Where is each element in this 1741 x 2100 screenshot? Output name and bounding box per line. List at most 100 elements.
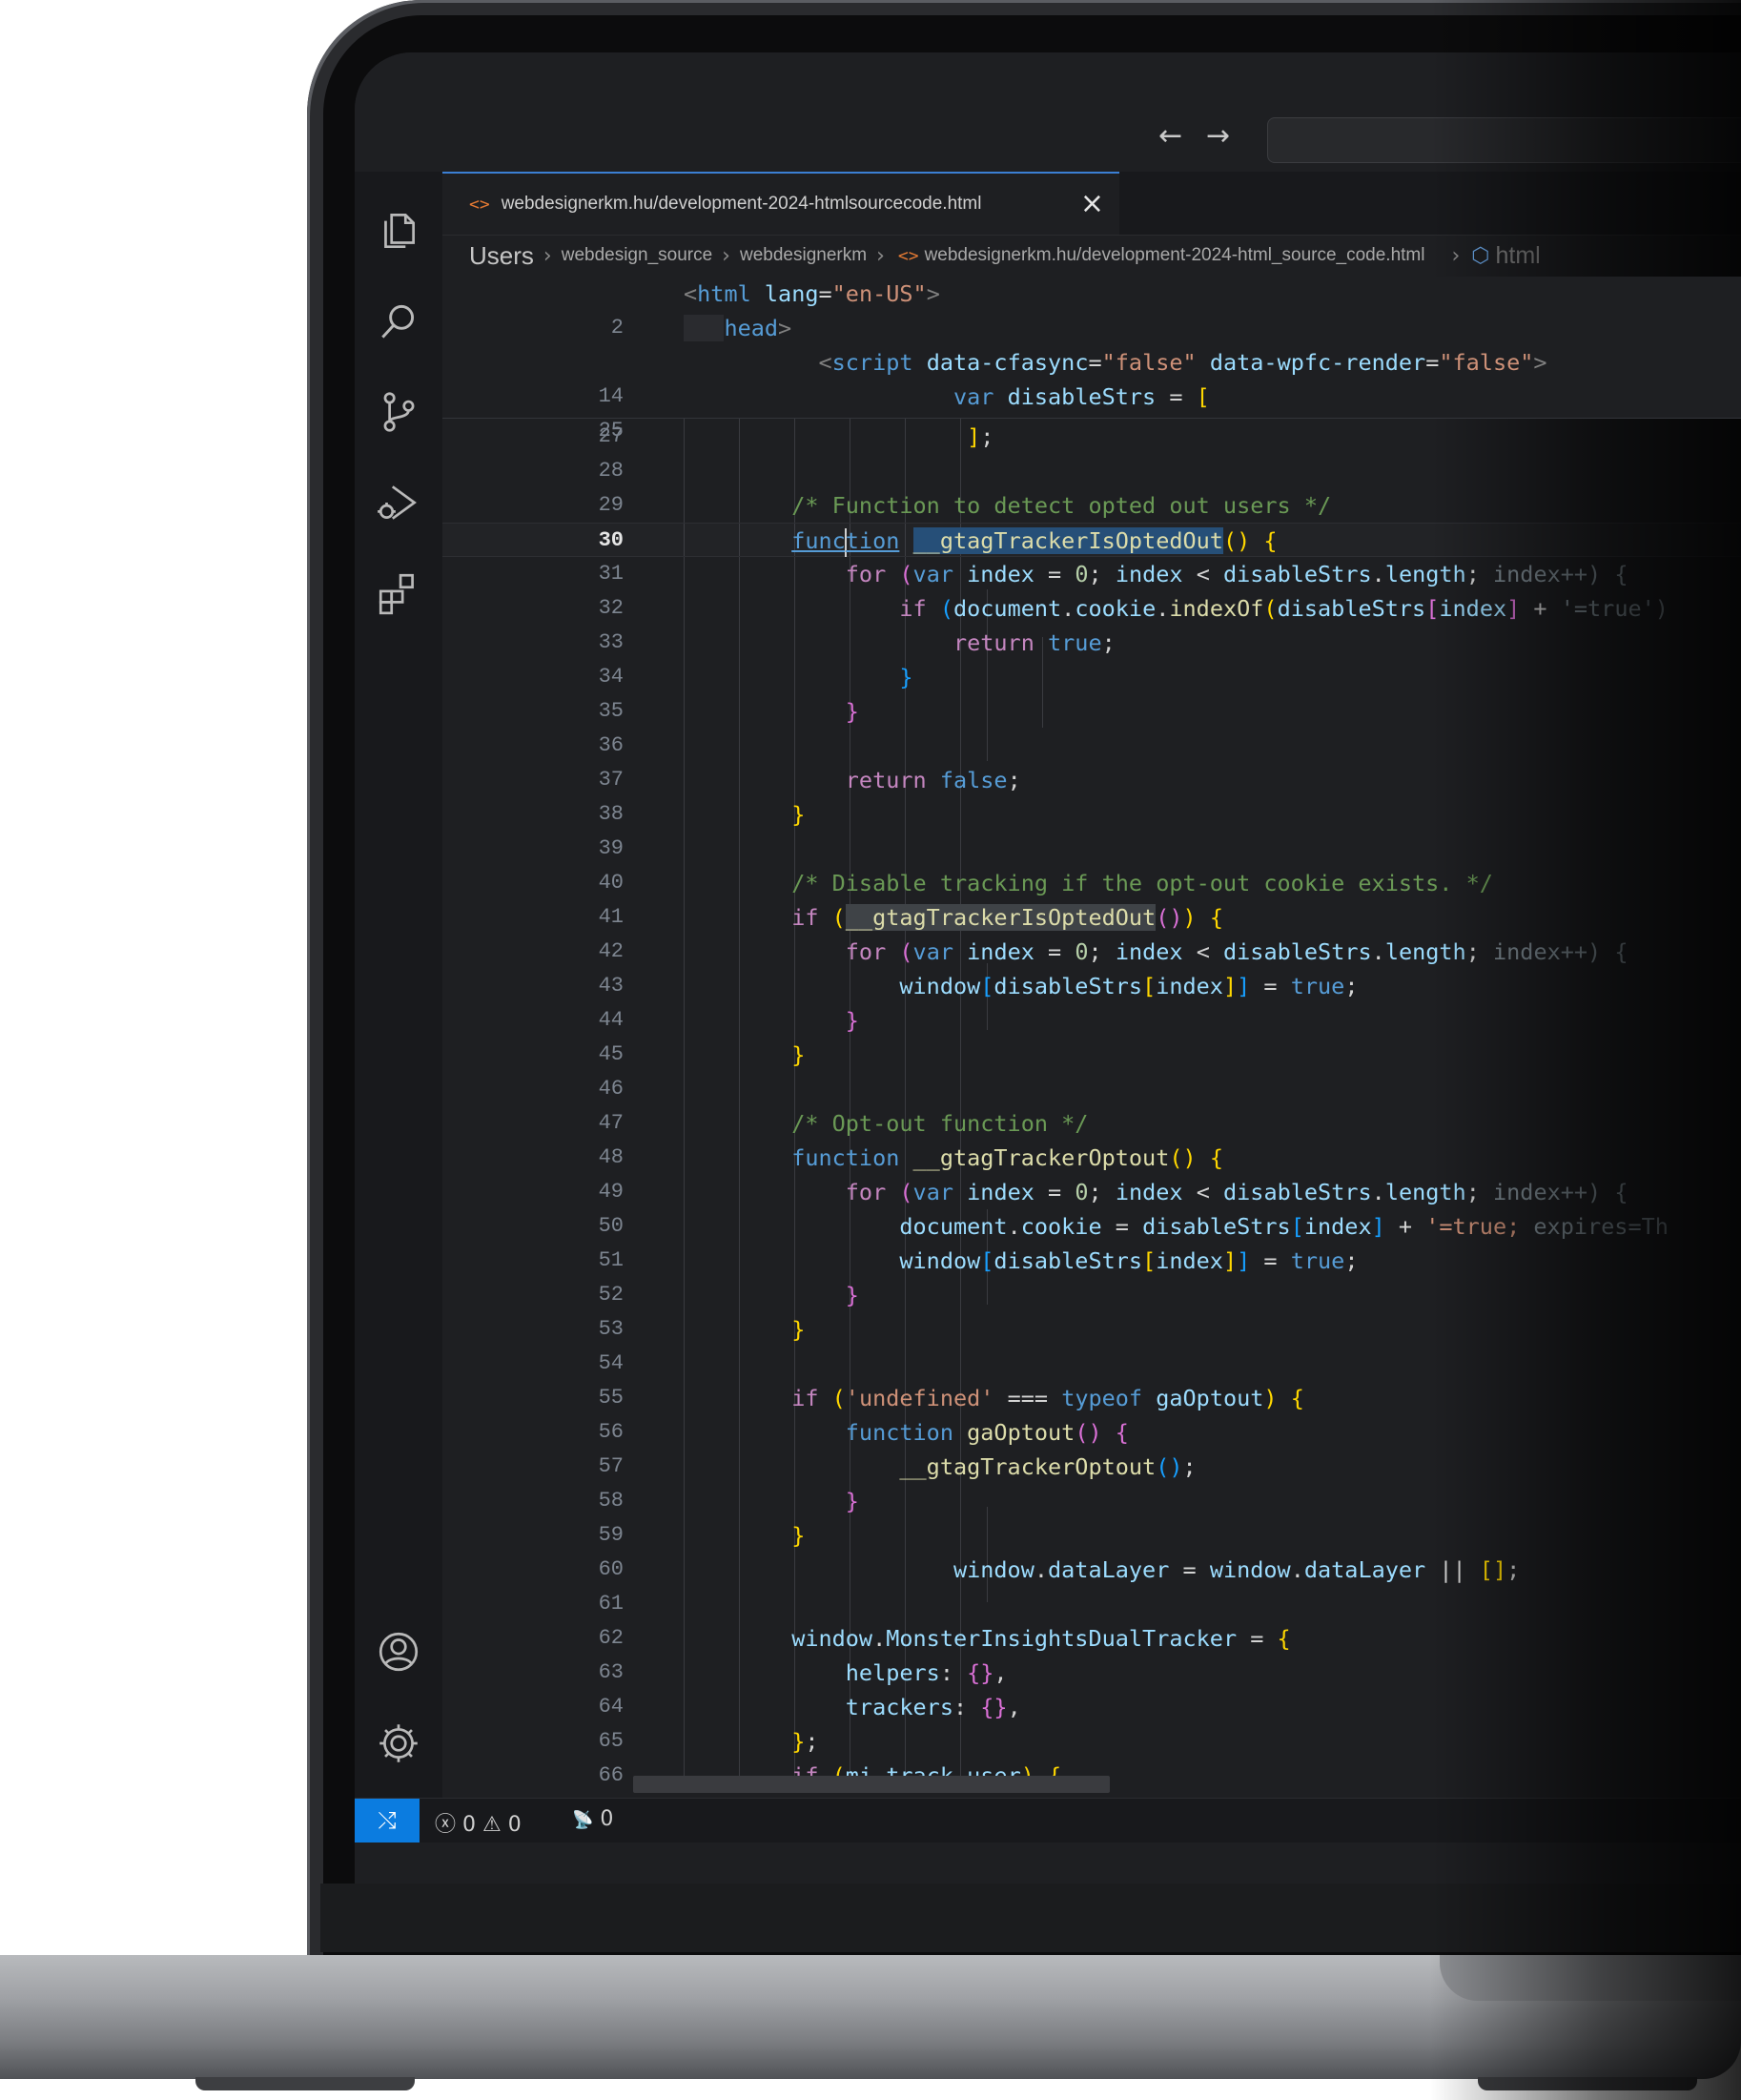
- code-text: }: [845, 1007, 859, 1034]
- files-icon[interactable]: [355, 202, 442, 259]
- code-line: 34 }: [442, 660, 1741, 694]
- code-text: }: [845, 1488, 859, 1514]
- line-number: 39: [598, 836, 624, 860]
- code-line: 51 window[disableStrs[index]] = true;: [442, 1244, 1741, 1278]
- code-text: for (var index = 0; index < disableStrs.…: [845, 938, 1628, 965]
- breadcrumb: Users › webdesign_source › webdesignerkm…: [442, 235, 1741, 277]
- code-line: 45 }: [442, 1038, 1741, 1072]
- line-number: 57: [598, 1454, 624, 1478]
- code-text: }: [791, 1041, 806, 1068]
- breadcrumb-item-users[interactable]: Users: [442, 241, 534, 271]
- line-number: 34: [598, 665, 624, 689]
- code-line: 47 /* Opt-out function */: [442, 1106, 1741, 1141]
- line-number: 38: [598, 802, 624, 826]
- code-line: 35 }: [442, 694, 1741, 729]
- line-number: 42: [598, 939, 624, 963]
- line-number: 51: [598, 1248, 624, 1272]
- symbol-element-icon: ⬡: [1471, 243, 1490, 268]
- code-line: 32 if (document.cookie.indexOf(disableSt…: [442, 591, 1741, 626]
- code-text: helpers: {},: [845, 1659, 1008, 1686]
- code-text: document.cookie = disableStrs[index] + '…: [899, 1213, 1669, 1240]
- code-line: 36: [442, 729, 1741, 763]
- code-line: 54: [442, 1347, 1741, 1381]
- code-line: 14 <script data-cfasync="false" data-wpf…: [442, 345, 1741, 408]
- code-text: <script data-cfasync="false" data-wpfc-r…: [818, 349, 1547, 376]
- source-control-icon[interactable]: [355, 383, 442, 441]
- run-debug-icon[interactable]: [355, 474, 442, 531]
- code-text: return false;: [845, 767, 1021, 793]
- back-arrow-icon[interactable]: ←: [1158, 119, 1182, 153]
- warning-count: 0: [507, 1813, 522, 1837]
- line-number: 61: [598, 1592, 624, 1616]
- line-number: 46: [598, 1077, 624, 1101]
- line-number: 48: [598, 1145, 624, 1169]
- horizontal-scrollbar[interactable]: [633, 1776, 1110, 1793]
- close-icon[interactable]: ×: [1080, 187, 1104, 220]
- breadcrumb-item-symbol[interactable]: html: [1490, 242, 1541, 270]
- warning-icon: ⚠: [482, 1813, 502, 1837]
- ports-status[interactable]: 📡 0: [572, 1807, 613, 1831]
- code-text: if ('undefined' === typeof gaOptout) {: [791, 1385, 1304, 1411]
- laptop-base-notch: [1440, 1955, 1741, 2001]
- search-icon[interactable]: [355, 293, 442, 350]
- breadcrumb-item-folder[interactable]: webdesign_source: [556, 245, 712, 266]
- code-text: <html lang="en-US">: [684, 280, 940, 307]
- breadcrumb-item-file[interactable]: webdesignerkm.hu/development-2024-html_s…: [919, 245, 1425, 266]
- extensions-icon[interactable]: [355, 565, 442, 622]
- code-editor[interactable]: 2 <html lang="en-US"> head> 14 <script d…: [442, 277, 1741, 1798]
- gear-icon[interactable]: [355, 1715, 442, 1772]
- laptop-foot: [195, 2077, 415, 2090]
- line-number: 59: [598, 1523, 624, 1547]
- laptop-foot: [1478, 2077, 1697, 2090]
- code-line: 27 ];: [442, 420, 1741, 454]
- code-line: 49 for (var index = 0; index < disableSt…: [442, 1175, 1741, 1209]
- code-line: 56 function gaOptout() {: [442, 1415, 1741, 1450]
- remote-indicator-icon[interactable]: ⤭: [355, 1799, 420, 1843]
- code-text: var disableStrs = [: [952, 383, 1210, 410]
- code-text: if (document.cookie.indexOf(disableStrs[…: [899, 595, 1669, 622]
- editor-tab-active[interactable]: <> webdesignerkm.hu/development-2024-htm…: [442, 172, 1119, 235]
- line-number: 66: [598, 1763, 624, 1781]
- screen-chin: [320, 1884, 1741, 1952]
- line-number: 63: [598, 1660, 624, 1684]
- line-number: 33: [598, 630, 624, 654]
- line-number: 37: [598, 768, 624, 792]
- line-number: 52: [598, 1283, 624, 1307]
- code-line: 42 for (var index = 0; index < disableSt…: [442, 935, 1741, 969]
- code-text: function gaOptout() {: [845, 1419, 1129, 1446]
- code-line: 58 }: [442, 1484, 1741, 1518]
- account-icon[interactable]: [355, 1623, 442, 1680]
- line-number: 54: [598, 1351, 624, 1375]
- code-text: for (var index = 0; index < disableStrs.…: [845, 1179, 1628, 1205]
- command-center-search[interactable]: [1267, 117, 1741, 163]
- breadcrumb-separator: ›: [876, 243, 885, 268]
- line-number: 47: [598, 1111, 624, 1135]
- code-text: window[disableStrs[index]] = true;: [899, 1247, 1359, 1274]
- code-line: 53 }: [442, 1312, 1741, 1347]
- line-number: 41: [598, 905, 624, 929]
- code-text: head>: [684, 311, 791, 345]
- problems-status[interactable]: ⓧ 0 ⚠ 0: [435, 1807, 522, 1838]
- code-text: return true;: [952, 629, 1116, 656]
- code-text: }: [899, 664, 913, 690]
- code-line-current: 30 function __gtagTrackerIsOptedOut() {: [442, 523, 1741, 557]
- line-number: 55: [598, 1386, 624, 1410]
- code-text: if (__gtagTrackerIsOptedOut()) {: [791, 904, 1223, 931]
- code-text: }: [791, 801, 806, 828]
- tab-title: webdesignerkm.hu/development-2024-htmlso…: [501, 194, 982, 214]
- line-number: 64: [598, 1695, 624, 1719]
- code-line: 40 /* Disable tracking if the opt-out co…: [442, 866, 1741, 900]
- html-file-icon: <>: [897, 245, 919, 266]
- code-line: 64 trackers: {},: [442, 1690, 1741, 1724]
- line-number: 62: [598, 1626, 624, 1650]
- code-text: }: [791, 1316, 806, 1343]
- ports-count: 0: [600, 1807, 614, 1831]
- breadcrumb-item-subfolder[interactable]: webdesignerkm: [734, 245, 867, 266]
- code-line: 62 window.MonsterInsightsDualTracker = {: [442, 1621, 1741, 1656]
- code-text: for (var index = 0; index < disableStrs.…: [845, 561, 1628, 587]
- code-line: head>: [442, 311, 1741, 345]
- forward-arrow-icon[interactable]: →: [1206, 119, 1230, 153]
- status-bar: ⤭ ⓧ 0 ⚠ 0 📡 0: [355, 1798, 1741, 1843]
- code-text: trackers: {},: [845, 1694, 1021, 1720]
- line-number: 43: [598, 974, 624, 998]
